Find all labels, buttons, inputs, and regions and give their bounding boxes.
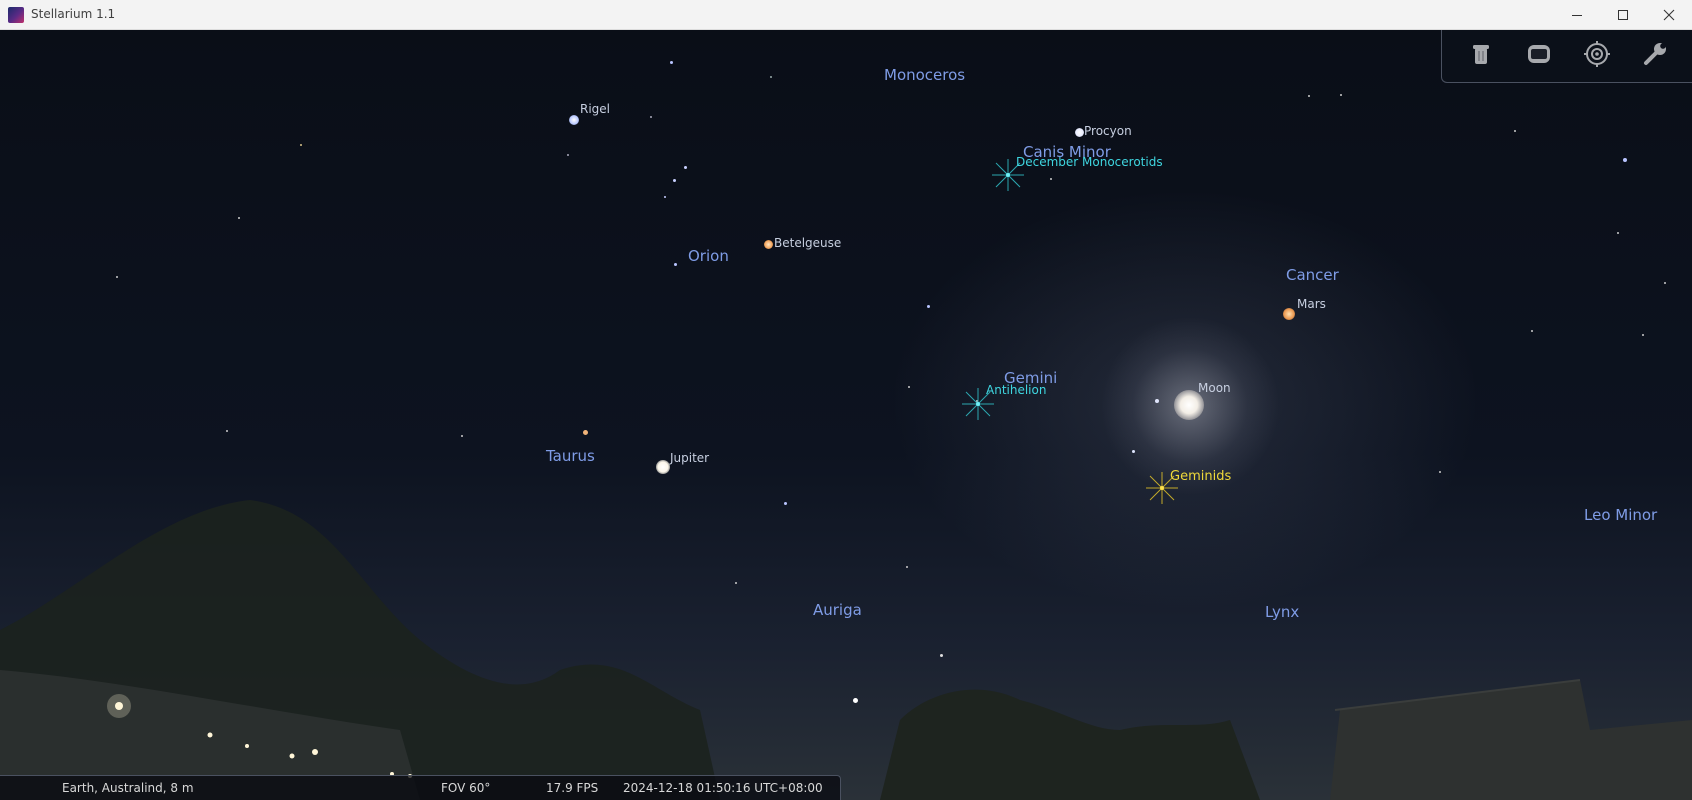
- geminids-label: Geminids: [1170, 469, 1232, 484]
- constellation-canis-minor: Canis Minor: [1023, 143, 1111, 161]
- landscape: [0, 500, 1692, 800]
- toolbar-button-3[interactable]: [1580, 40, 1614, 72]
- constellation-leo-minor: Leo Minor: [1584, 506, 1658, 524]
- toolbar-button-1[interactable]: [1464, 40, 1498, 72]
- betelgeuse-label: Betelgeuse: [774, 236, 842, 250]
- close-button[interactable]: [1646, 0, 1692, 30]
- rigel-label: Rigel: [580, 102, 611, 116]
- jupiter-label: Jupiter: [670, 451, 710, 465]
- constellation-auriga: Auriga: [813, 601, 862, 619]
- constellation-gemini: Gemini: [1004, 369, 1058, 387]
- main-toolbar: [1441, 30, 1692, 83]
- location-text[interactable]: Earth, Australind, 8 m: [62, 781, 194, 795]
- fov-text: FOV 60°: [441, 781, 491, 795]
- screen-icon: [1526, 42, 1552, 70]
- rigel-star[interactable]: [569, 115, 579, 125]
- status-bar: Earth, Australind, 8 m FOV 60° 17.9 FPS …: [0, 775, 841, 800]
- mars-planet[interactable]: [1283, 308, 1295, 320]
- title-bar[interactable]: Stellarium 1.1: [0, 0, 1692, 30]
- fps-text: 17.9 FPS: [546, 781, 599, 795]
- sky-view[interactable]: Moon Rigel Procyon Betelgeuse Mars Jupit…: [0, 30, 1692, 800]
- target-icon: [1584, 41, 1610, 71]
- constellation-orion: Orion: [688, 247, 729, 265]
- toolbar-button-2[interactable]: [1522, 40, 1556, 72]
- constellation-lynx: Lynx: [1265, 603, 1300, 621]
- procyon-star[interactable]: [1075, 128, 1084, 137]
- window-title: Stellarium 1.1: [31, 7, 116, 21]
- maximize-button[interactable]: [1600, 0, 1646, 30]
- wrench-icon: [1642, 41, 1668, 71]
- datetime-text[interactable]: 2024-12-18 01:50:16 UTC+08:00: [623, 781, 823, 795]
- close-icon: [1663, 6, 1675, 25]
- stellarium-window: Stellarium 1.1 Moon Rigel Procyon Betelg…: [0, 0, 1692, 800]
- maximize-icon: [1617, 6, 1629, 25]
- constellation-monoceros: Monoceros: [884, 66, 966, 84]
- constellation-cancer: Cancer: [1286, 266, 1339, 284]
- betelgeuse-star[interactable]: [764, 240, 773, 249]
- trash-can-icon: [1470, 42, 1492, 70]
- moon-label: Moon: [1198, 381, 1231, 395]
- constellation-taurus: Taurus: [546, 447, 595, 465]
- procyon-label: Procyon: [1084, 124, 1132, 138]
- toolbar-button-4[interactable]: [1638, 40, 1672, 72]
- mars-label: Mars: [1297, 297, 1326, 311]
- minimize-button[interactable]: [1554, 0, 1600, 30]
- jupiter-planet[interactable]: [656, 460, 670, 474]
- minimize-icon: [1571, 6, 1583, 25]
- app-icon: [8, 7, 24, 23]
